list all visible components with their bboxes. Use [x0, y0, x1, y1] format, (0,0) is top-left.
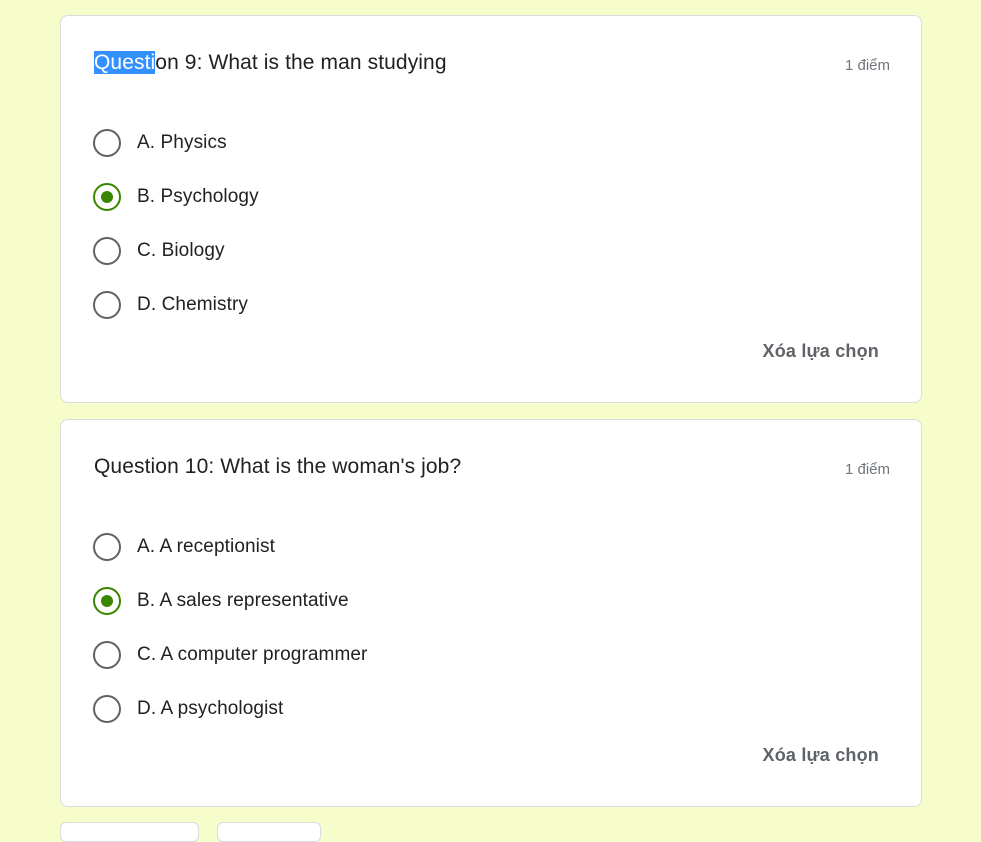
- radio-unchecked-icon[interactable]: [93, 129, 121, 157]
- question-title-text: on 9: What is the man studying: [155, 51, 447, 74]
- clear-selection-button[interactable]: Xóa lựa chọn: [753, 335, 889, 368]
- options-group-9: A. Physics B. Psychology C. Biology D. C…: [93, 116, 693, 332]
- radio-checked-icon[interactable]: [93, 183, 121, 211]
- points-label: 1 điểm: [844, 461, 890, 478]
- option-label: B. Psychology: [137, 186, 259, 207]
- option-label: C. Biology: [137, 240, 225, 261]
- question-title-9: Question 9: What is the man studying: [94, 51, 447, 75]
- next-button-partial[interactable]: [217, 822, 321, 842]
- question-card-10: Question 10: What is the woman's job? 1 …: [60, 419, 922, 807]
- option-d[interactable]: D. Chemistry: [93, 278, 693, 332]
- option-b[interactable]: B. A sales representative: [93, 574, 693, 628]
- points-label: 1 điểm: [844, 57, 890, 74]
- option-c[interactable]: C. Biology: [93, 224, 693, 278]
- option-label: A. A receptionist: [137, 536, 275, 557]
- option-label: C. A computer programmer: [137, 644, 368, 665]
- option-b[interactable]: B. Psychology: [93, 170, 693, 224]
- title-selection-highlight: Questi: [94, 51, 156, 74]
- option-c[interactable]: C. A computer programmer: [93, 628, 693, 682]
- option-label: D. A psychologist: [137, 698, 284, 719]
- question-card-9: Question 9: What is the man studying 1 đ…: [60, 15, 922, 403]
- options-group-10: A. A receptionist B. A sales representat…: [93, 520, 693, 736]
- question-title-10: Question 10: What is the woman's job?: [94, 455, 462, 478]
- radio-unchecked-icon[interactable]: [93, 695, 121, 723]
- option-a[interactable]: A. A receptionist: [93, 520, 693, 574]
- option-label: D. Chemistry: [137, 294, 248, 315]
- radio-unchecked-icon[interactable]: [93, 641, 121, 669]
- radio-unchecked-icon[interactable]: [93, 291, 121, 319]
- back-button-partial[interactable]: [60, 822, 199, 842]
- radio-unchecked-icon[interactable]: [93, 533, 121, 561]
- option-d[interactable]: D. A psychologist: [93, 682, 693, 736]
- option-label: A. Physics: [137, 132, 227, 153]
- radio-unchecked-icon[interactable]: [93, 237, 121, 265]
- option-a[interactable]: A. Physics: [93, 116, 693, 170]
- radio-checked-icon[interactable]: [93, 587, 121, 615]
- option-label: B. A sales representative: [137, 590, 349, 611]
- clear-selection-button[interactable]: Xóa lựa chọn: [753, 739, 889, 772]
